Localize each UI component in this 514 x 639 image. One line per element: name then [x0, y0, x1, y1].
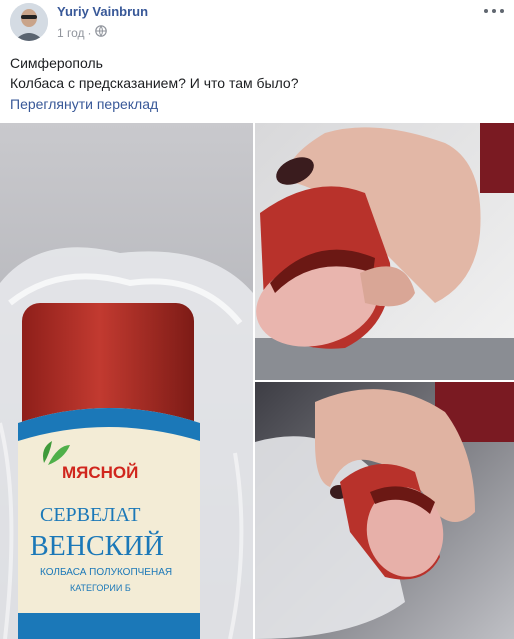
brand-label: МЯСНОЙ — [62, 463, 138, 482]
globe-icon[interactable] — [94, 25, 107, 40]
author-name[interactable]: Yuriy Vainbrun — [57, 4, 148, 19]
post-text: Симферополь Колбаса с предсказанием? И ч… — [10, 53, 298, 93]
more-dots-icon[interactable] — [484, 4, 504, 18]
product-category-label: КАТЕГОРИИ Б — [70, 583, 131, 593]
dot-separator: · — [87, 25, 92, 40]
post-time[interactable]: 1 год — [57, 26, 85, 40]
post-text-line: Колбаса с предсказанием? И что там было? — [10, 75, 299, 91]
product-line2-label: ВЕНСКИЙ — [30, 531, 164, 562]
photo-cut-sausage-top[interactable] — [255, 123, 514, 380]
product-line1-label: СЕРВЕЛАТ — [40, 504, 140, 526]
post-text-line: Симферополь — [10, 55, 103, 71]
facebook-post: Yuriy Vainbrun 1 год · Симферополь Колба… — [0, 0, 514, 639]
product-subtitle-label: КОЛБАСА ПОЛУКОПЧЕНАЯ — [40, 567, 172, 578]
author-avatar[interactable] — [10, 3, 48, 41]
see-translation-link[interactable]: Переглянути переклад — [10, 96, 158, 112]
photo-sausage-label[interactable]: МЯСНОЙ СЕРВЕЛАТ ВЕНСКИЙ КОЛБАСА ПОЛУКОПЧ… — [0, 123, 253, 639]
post-meta: 1 год · — [57, 25, 107, 40]
photo-cut-sausage-bottom[interactable] — [255, 382, 514, 639]
